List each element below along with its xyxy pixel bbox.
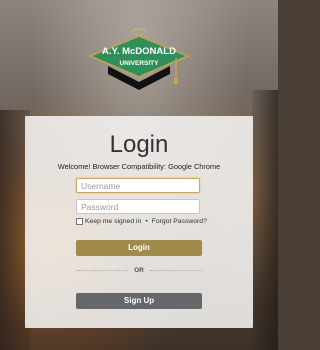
password-placeholder: Password (81, 202, 119, 212)
laurel-icon (131, 28, 147, 37)
or-divider: OR (76, 265, 202, 275)
or-line-left (76, 269, 129, 271)
remember-row: Keep me signed in • Forgot Password? (76, 218, 207, 225)
university-logo: A.Y. McDONALD UNIVERSITY (88, 28, 190, 90)
signup-button[interactable]: Sign Up (76, 293, 202, 309)
login-title: Login (109, 131, 169, 158)
or-label: OR (134, 266, 144, 274)
background-beam-right (252, 90, 278, 350)
username-placeholder: Username (81, 181, 121, 191)
login-button[interactable]: Login (76, 240, 202, 256)
keep-signed-in-label[interactable]: Keep me signed in (85, 218, 141, 225)
logo-subtitle: UNIVERSITY (119, 60, 159, 67)
welcome-message: Welcome! Browser Compatibility: Google C… (57, 162, 221, 171)
keep-signed-in-checkbox[interactable] (76, 218, 83, 225)
logo-title: A.Y. McDONALD (102, 46, 176, 57)
separator-dot: • (145, 218, 148, 225)
password-input[interactable]: Password (76, 199, 200, 214)
username-input[interactable]: Username (76, 178, 200, 193)
forgot-password-link[interactable]: Forgot Password? (152, 218, 207, 225)
or-line-right (149, 269, 202, 271)
